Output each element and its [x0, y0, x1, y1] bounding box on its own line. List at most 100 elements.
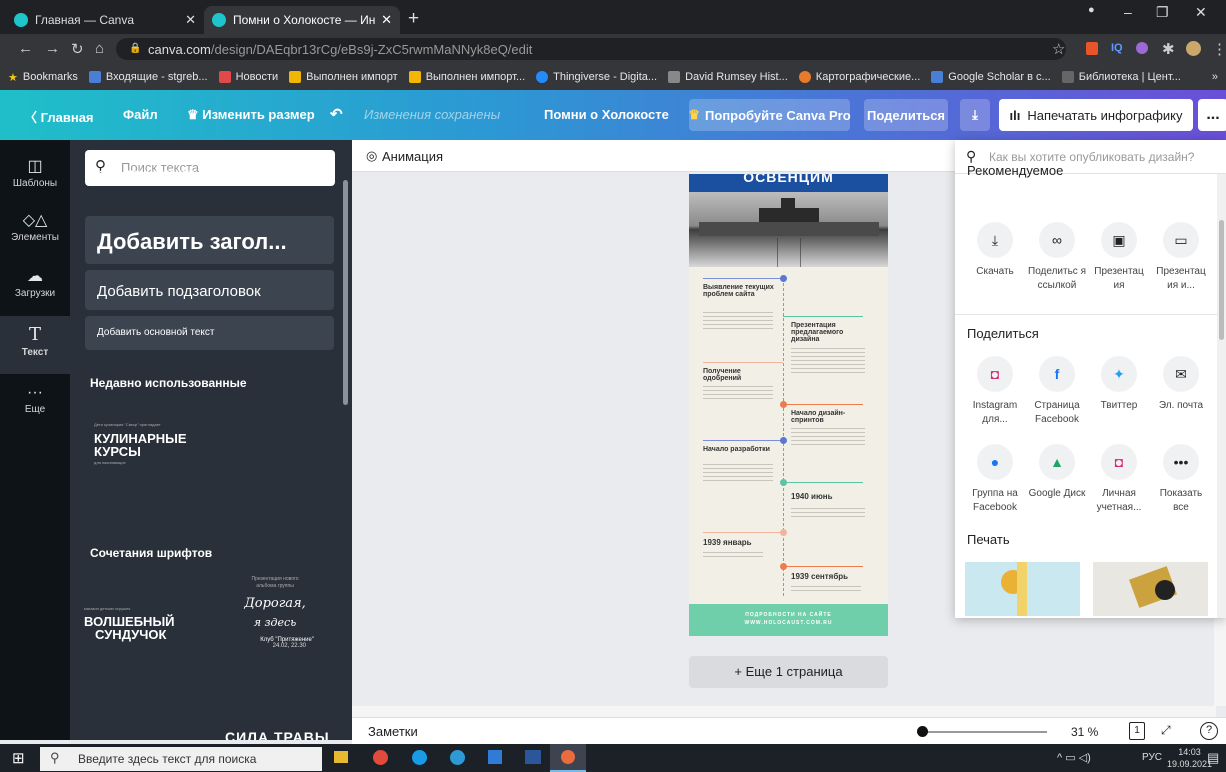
font-combo-card-2[interactable]: Презентация нового альбома группы Дорога… — [220, 576, 330, 686]
notes-button[interactable]: Заметки — [368, 724, 418, 739]
fullscreen-icon[interactable]: ⤢ — [1161, 723, 1171, 738]
rail-text[interactable]: T Текст — [0, 316, 70, 374]
try-pro-button[interactable]: ♛ Попробуйте Canva Pro — [688, 99, 851, 131]
tab-design[interactable]: Помни о Холокосте — Инфогр ✕ — [204, 6, 400, 34]
share-twitter[interactable]: ✦ Твиттер — [1089, 356, 1149, 413]
timeline-connector — [783, 482, 863, 483]
bookmark-item[interactable]: Thingiverse - Digita... — [536, 71, 657, 83]
present-option[interactable]: ▣ Презентац ия — [1089, 222, 1149, 293]
taskbar-search-input[interactable]: ⚲ Введите здесь текст для поиска — [40, 747, 322, 771]
active-app-button[interactable] — [550, 744, 586, 772]
profile-icon[interactable]: ● — [1088, 4, 1095, 16]
url-text[interactable]: canva.com/design/DAEqbr13rCg/eBs9j-ZxC5r… — [148, 42, 532, 57]
present-record-option[interactable]: ▭ Презентац ия и... — [1151, 222, 1211, 293]
windows-start-icon[interactable]: ⊞ — [12, 749, 25, 767]
file-explorer-icon[interactable] — [334, 751, 348, 763]
design-page[interactable]: ОСВЕНЦИМ Выявление текущих проблем сайта… — [689, 174, 888, 636]
close-tab-icon[interactable]: ✕ — [185, 12, 196, 28]
resize-button[interactable]: ♛ Изменить размер — [187, 107, 315, 123]
bookmark-item[interactable]: ★ Bookmarks — [8, 71, 78, 84]
editor-header: 〈 Главная Файл ♛ Изменить размер ↶ Измен… — [0, 90, 1226, 140]
chrome-icon[interactable] — [373, 750, 388, 765]
document-title[interactable]: Помни о Холокосте — [544, 107, 669, 122]
save-app-icon[interactable] — [488, 750, 502, 764]
share-facebook-page[interactable]: f Страница Facebook — [1027, 356, 1087, 427]
word-icon[interactable] — [525, 750, 541, 764]
add-subheading-button[interactable]: Добавить подзаголовок — [85, 270, 334, 310]
extension-iq-icon[interactable]: IQ — [1111, 42, 1123, 54]
publish-scroll-thumb[interactable] — [1219, 220, 1224, 340]
notifications-icon[interactable]: ▤ — [1207, 750, 1219, 766]
zoom-slider-track[interactable] — [917, 731, 1047, 733]
download-option[interactable]: ⤓ Скачать — [965, 222, 1025, 279]
show-all-button[interactable]: ••• Показать все — [1151, 444, 1211, 515]
share-section-title: Поделиться — [967, 326, 1039, 341]
extension-brave-icon[interactable] — [1086, 42, 1098, 55]
skype-icon[interactable] — [412, 750, 427, 765]
bookmark-folder[interactable]: Выполнен импорт... — [408, 71, 525, 83]
zoom-level[interactable]: 31 % — [1071, 725, 1098, 739]
bookmark-item[interactable]: Новости — [218, 71, 278, 83]
font-combo-card-1[interactable]: магазин детских игрушек ВОЛШЕБНЫЙ СУНДУЧ… — [84, 606, 204, 656]
bookmark-item[interactable]: Входящие - stgreb... — [88, 71, 208, 83]
new-tab-button[interactable]: + — [408, 8, 419, 30]
rail-uploads[interactable]: ☁ Загрузки — [0, 260, 70, 314]
add-page-button[interactable]: + Еще 1 страница — [689, 656, 888, 688]
share-email[interactable]: ✉ Эл. почта — [1151, 356, 1211, 413]
share-personal-account[interactable]: ◘ Личная учетная... — [1089, 444, 1149, 515]
share-facebook-group[interactable]: ● Группа на Facebook — [965, 444, 1025, 515]
share-link-option[interactable]: ∞ Поделитьс я ссылкой — [1027, 222, 1087, 293]
rail-elements[interactable]: ◇△ Элементы — [0, 204, 70, 258]
tab-canva-home[interactable]: Главная — Canva ✕ — [6, 6, 204, 34]
print-infographic-button[interactable]: ılı Напечатать инфографику — [999, 99, 1193, 131]
print-product-thumbnail[interactable] — [965, 562, 1080, 616]
extensions-puzzle-icon[interactable]: ✱ — [1162, 40, 1175, 58]
restore-icon[interactable]: ❐ — [1156, 4, 1169, 21]
share-google-drive[interactable]: ▲ Google Диск — [1027, 444, 1087, 501]
tray-icons[interactable]: ^ ▭ ◁) — [1057, 751, 1091, 764]
more-bookmarks-icon[interactable]: » — [1212, 71, 1218, 83]
download-button[interactable]: ⤓ — [960, 99, 990, 131]
home-icon[interactable]: ⌂ — [95, 40, 104, 57]
reload-icon[interactable]: ↻ — [71, 40, 84, 58]
add-heading-button[interactable]: Добавить загол... — [85, 216, 334, 264]
help-icon[interactable]: ? — [1200, 722, 1218, 740]
animation-button[interactable]: Анимация — [382, 149, 443, 164]
user-avatar[interactable] — [1186, 41, 1201, 56]
share-instagram[interactable]: ◘ Instagram для... — [965, 356, 1025, 427]
zoom-slider-knob[interactable] — [917, 726, 928, 737]
edge-icon[interactable] — [450, 750, 465, 765]
bookmark-folder[interactable]: Выполнен импорт — [289, 71, 398, 83]
close-window-icon[interactable]: ✕ — [1195, 4, 1207, 21]
extension-icon[interactable] — [1136, 42, 1148, 54]
add-body-text-button[interactable]: Добавить основной текст — [85, 316, 334, 350]
language-indicator[interactable]: РУС — [1142, 752, 1162, 763]
star-icon[interactable]: ☆ — [1052, 40, 1065, 58]
minimize-icon[interactable]: – — [1124, 4, 1132, 20]
design-footer-line1: ПОДРОБНОСТИ НА САЙТЕ — [745, 612, 832, 618]
undo-icon[interactable]: ↶ — [330, 105, 343, 123]
bookmark-item[interactable]: Google Scholar в с... — [931, 71, 1051, 83]
close-tab-icon[interactable]: ✕ — [381, 12, 392, 28]
rail-more[interactable]: ··· Еще — [0, 380, 70, 430]
panel-scrollbar[interactable] — [343, 180, 348, 405]
print-product-thumbnail[interactable] — [1093, 562, 1208, 616]
more-options-button[interactable]: ... — [1198, 99, 1226, 131]
browser-menu-icon[interactable]: ⋮ — [1212, 40, 1226, 58]
publish-scrollbar[interactable] — [1217, 174, 1226, 618]
combo3-line1[interactable]: СИЛА ТРАВЫ — [225, 729, 330, 740]
file-menu-button[interactable]: Файл — [123, 107, 158, 122]
forward-arrow-icon[interactable]: → — [45, 40, 60, 57]
bookmark-item[interactable]: Библиотека | Цент... — [1061, 71, 1181, 83]
font-combos-title: Сочетания шрифтов — [90, 546, 213, 560]
page-count-button[interactable]: 1 — [1129, 722, 1145, 740]
horizontal-scrollbar[interactable] — [352, 706, 1216, 717]
share-button[interactable]: Поделиться — [864, 99, 948, 131]
bookmark-item[interactable]: Картографические... — [798, 71, 920, 83]
recent-font-card[interactable]: Дети кулинарии "Сквор" пригладает КУЛИНА… — [94, 422, 244, 502]
back-home-button[interactable]: 〈 Главная — [24, 107, 94, 126]
rail-templates[interactable]: ◫ Шаблоны — [0, 150, 70, 200]
clock[interactable]: 14:03 19.09.2021 — [1167, 746, 1212, 770]
bookmark-item[interactable]: David Rumsey Hist... — [668, 71, 788, 83]
back-arrow-icon[interactable]: ← — [18, 40, 33, 57]
